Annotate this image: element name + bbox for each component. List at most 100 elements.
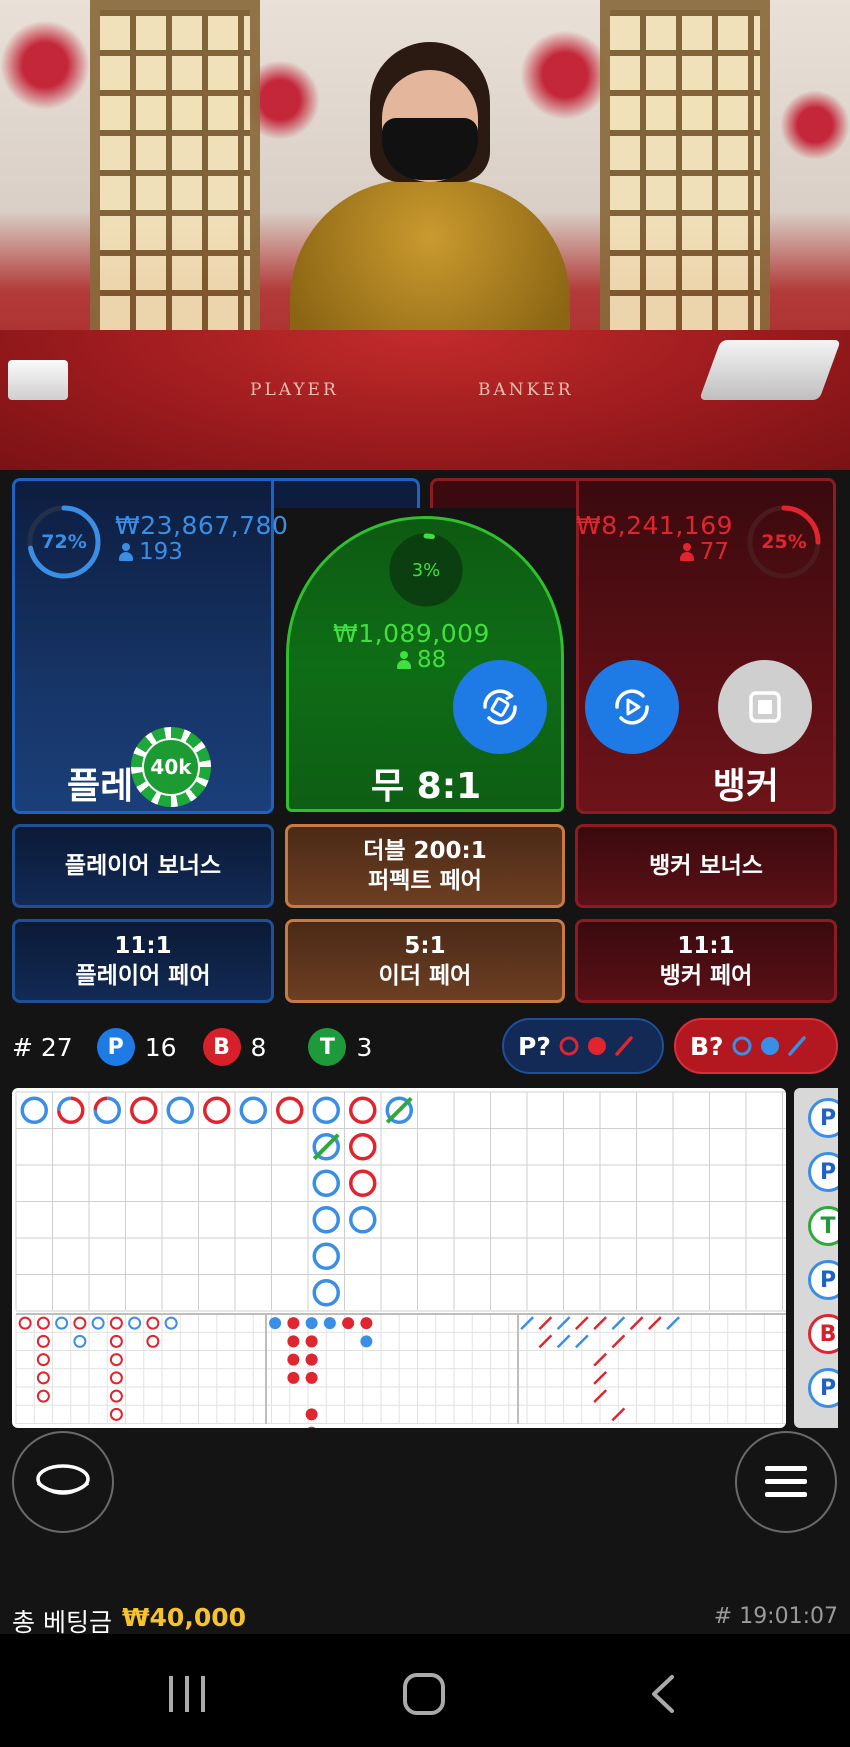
player-bonus-label: 플레이어 보너스 — [64, 853, 222, 879]
big-eye-mark — [164, 1316, 178, 1330]
play-icon — [615, 689, 649, 725]
live-video: PLAYER BANKER — [0, 0, 850, 470]
autoplay-button[interactable] — [585, 660, 679, 754]
big-eye-mark — [36, 1389, 50, 1403]
small-road-mark — [307, 1426, 316, 1428]
big-eye-mark — [73, 1334, 87, 1348]
small-road-mark — [305, 1335, 318, 1348]
banker-percent: 25% — [761, 531, 807, 553]
road-mark — [276, 1096, 304, 1124]
player-pair-button[interactable]: 11:1 플레이어 페어 — [12, 919, 274, 1003]
banker-label: 뱅커 — [712, 766, 779, 807]
tie-label: 무 8:1 — [371, 766, 482, 807]
big-eye-mark — [146, 1334, 160, 1348]
road-mark — [349, 1096, 377, 1124]
banker-predict-button[interactable]: B? — [674, 1018, 838, 1074]
tie-amount: ₩1,089,009 — [333, 619, 490, 648]
road-map — [15, 1091, 786, 1428]
road-mark — [312, 1096, 340, 1124]
game-time: # 19:01:07 — [713, 1604, 838, 1629]
banker-bonus-label: 뱅커 보너스 — [649, 853, 763, 879]
road-mark — [203, 1096, 231, 1124]
history-badge: B — [808, 1314, 838, 1354]
road-mark — [349, 1133, 377, 1161]
perfect-pair-button[interactable]: 더블 200:1 퍼펙트 페어 — [285, 824, 565, 908]
small-road-mark — [360, 1317, 373, 1330]
road-mark — [166, 1096, 194, 1124]
small-road-mark — [287, 1353, 300, 1366]
banker-bet-area[interactable]: ₩8,241,169 77 25% 뱅커 — [576, 478, 836, 814]
recent-apps-icon[interactable] — [166, 1674, 208, 1714]
banker-pair-label: 뱅커 페어 — [659, 963, 753, 989]
android-nav-bar — [0, 1634, 850, 1747]
small-road-mark — [323, 1317, 336, 1330]
big-eye-mark — [36, 1353, 50, 1367]
big-eye-mark — [109, 1316, 123, 1330]
home-icon[interactable] — [402, 1672, 446, 1716]
blossom-decor — [0, 20, 90, 110]
table-banker-text: BANKER — [478, 380, 574, 400]
small-road-mark — [342, 1317, 355, 1330]
banker-bonus-button[interactable]: 뱅커 보너스 — [575, 824, 837, 908]
round-stats: # 27 P 16 B 8 T 3 — [12, 1025, 372, 1069]
big-eye-mark — [36, 1316, 50, 1330]
menu-button[interactable] — [735, 1431, 837, 1533]
player-bet-area[interactable]: 72% ₩23,867,780 193 플레 40k — [12, 478, 288, 814]
small-road-mark — [287, 1371, 300, 1384]
big-eye-mark — [146, 1316, 160, 1330]
player-bonus-button[interactable]: 플레이어 보너스 — [12, 824, 274, 908]
blossom-decor — [780, 90, 850, 160]
road-mark-split — [93, 1096, 108, 1111]
chip-stack-icon — [36, 1464, 90, 1495]
scoreboard[interactable] — [12, 1088, 786, 1428]
table-player-text: PLAYER — [250, 380, 339, 400]
banker-pair-button[interactable]: 11:1 뱅커 페어 — [575, 919, 837, 1003]
tie-percent: 3% — [411, 559, 441, 581]
road-mark — [239, 1096, 267, 1124]
road-mark-split — [57, 1096, 71, 1111]
banker-count: 77 — [679, 539, 729, 565]
either-pair-button[interactable]: 5:1 이더 페어 — [285, 919, 565, 1003]
big-eye-mark — [55, 1316, 69, 1330]
stop-button[interactable] — [718, 660, 812, 754]
tie-wins: 3 — [356, 1032, 373, 1062]
history-badge: P — [808, 1368, 838, 1408]
perfect-pair-label: 퍼펙트 페어 — [368, 868, 482, 894]
player-amount: ₩23,867,780 — [115, 511, 289, 540]
small-road-mark — [305, 1371, 318, 1384]
dealer — [270, 30, 590, 370]
road-mark — [312, 1206, 340, 1234]
chip-tray-button[interactable] — [12, 1431, 114, 1533]
tie-bet-area[interactable]: 3% ₩1,089,009 88 무 8:1 — [286, 516, 564, 812]
big-eye-mark — [109, 1371, 123, 1385]
lattice-screen — [600, 0, 770, 340]
hamburger-icon — [765, 1466, 807, 1497]
road-mark — [312, 1242, 340, 1270]
result-history-strip[interactable]: PPTPBP — [794, 1088, 838, 1428]
player-badge: P — [96, 1028, 135, 1066]
road-mark — [349, 1206, 377, 1234]
card-stack — [8, 360, 68, 400]
big-eye-mark — [36, 1334, 50, 1348]
either-pair-odds: 5:1 — [404, 933, 446, 959]
predict-symbols-icon — [732, 1036, 806, 1056]
road-mark — [349, 1169, 377, 1197]
big-eye-mark — [109, 1389, 123, 1403]
big-eye-mark — [73, 1316, 87, 1330]
chip-40k[interactable]: 40k — [131, 727, 211, 807]
banker-wins: 8 — [250, 1032, 267, 1062]
repeat-bet-button[interactable] — [453, 660, 547, 754]
banker-pair-odds: 11:1 — [677, 933, 735, 959]
banker-panel-tab — [430, 478, 590, 508]
round-number: # 27 — [12, 1032, 73, 1062]
player-predict-button[interactable]: P? — [502, 1018, 664, 1074]
small-road-mark — [269, 1317, 282, 1330]
back-icon[interactable] — [648, 1674, 678, 1714]
big-eye-mark — [109, 1334, 123, 1348]
player-percent: 72% — [41, 531, 87, 553]
person-icon — [397, 651, 411, 669]
road-mark — [130, 1096, 158, 1124]
banker-predict-label: B? — [690, 1031, 724, 1061]
road-mark — [312, 1279, 340, 1307]
player-pair-odds: 11:1 — [114, 933, 172, 959]
